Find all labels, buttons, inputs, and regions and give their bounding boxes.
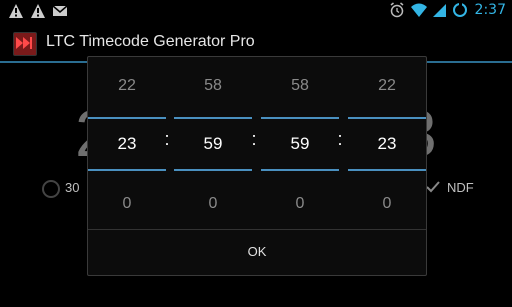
fast-forward-icon: [16, 37, 32, 49]
picker-prev-value[interactable]: 22: [348, 57, 426, 115]
picker-current-value[interactable]: 23: [348, 117, 426, 171]
warning-icon: [9, 4, 23, 18]
mail-icon: [52, 5, 68, 16]
picker-next-value[interactable]: 0: [348, 175, 426, 233]
app-title: LTC Timecode Generator Pro: [46, 33, 255, 50]
warning-icon: [31, 4, 45, 18]
picker-current-value[interactable]: 59: [261, 117, 339, 171]
signal-icon: [432, 4, 446, 17]
wifi-icon: [410, 3, 427, 17]
picker-prev-value[interactable]: 58: [174, 57, 252, 115]
frame-rate-radio[interactable]: [42, 180, 60, 198]
timecode-picker-dialog: 22 23 0 : 58 59 0 : 58 59 0 : 22 23 0 OK: [87, 56, 427, 276]
check-icon[interactable]: [426, 180, 440, 194]
app-icon[interactable]: [13, 32, 37, 56]
status-bar: 2:37: [0, 0, 512, 25]
separator: :: [337, 129, 343, 149]
separator: :: [164, 129, 170, 149]
frame-rate-label: 30: [65, 180, 80, 195]
alarm-icon: [390, 2, 404, 18]
picker-prev-value[interactable]: 58: [261, 57, 339, 115]
picker-prev-value[interactable]: 22: [88, 57, 166, 115]
battery-icon: [452, 2, 467, 17]
minutes-picker[interactable]: 58 59 0: [174, 57, 252, 212]
clock: 2:37: [474, 2, 506, 18]
system-icons: 2:37: [389, 2, 506, 18]
picker-current-value[interactable]: 59: [174, 117, 252, 171]
separator: :: [251, 129, 257, 149]
frames-picker[interactable]: 22 23 0: [348, 57, 426, 212]
picker-next-value[interactable]: 0: [174, 175, 252, 233]
hours-picker[interactable]: 22 23 0: [88, 57, 166, 212]
ndf-label: NDF: [447, 180, 474, 195]
picker-next-value[interactable]: 0: [88, 175, 166, 233]
ok-button[interactable]: OK: [88, 230, 426, 274]
picker-current-value[interactable]: 23: [88, 117, 166, 171]
seconds-picker[interactable]: 58 59 0: [261, 57, 339, 212]
picker-next-value[interactable]: 0: [261, 175, 339, 233]
notification-icons: [8, 3, 68, 19]
